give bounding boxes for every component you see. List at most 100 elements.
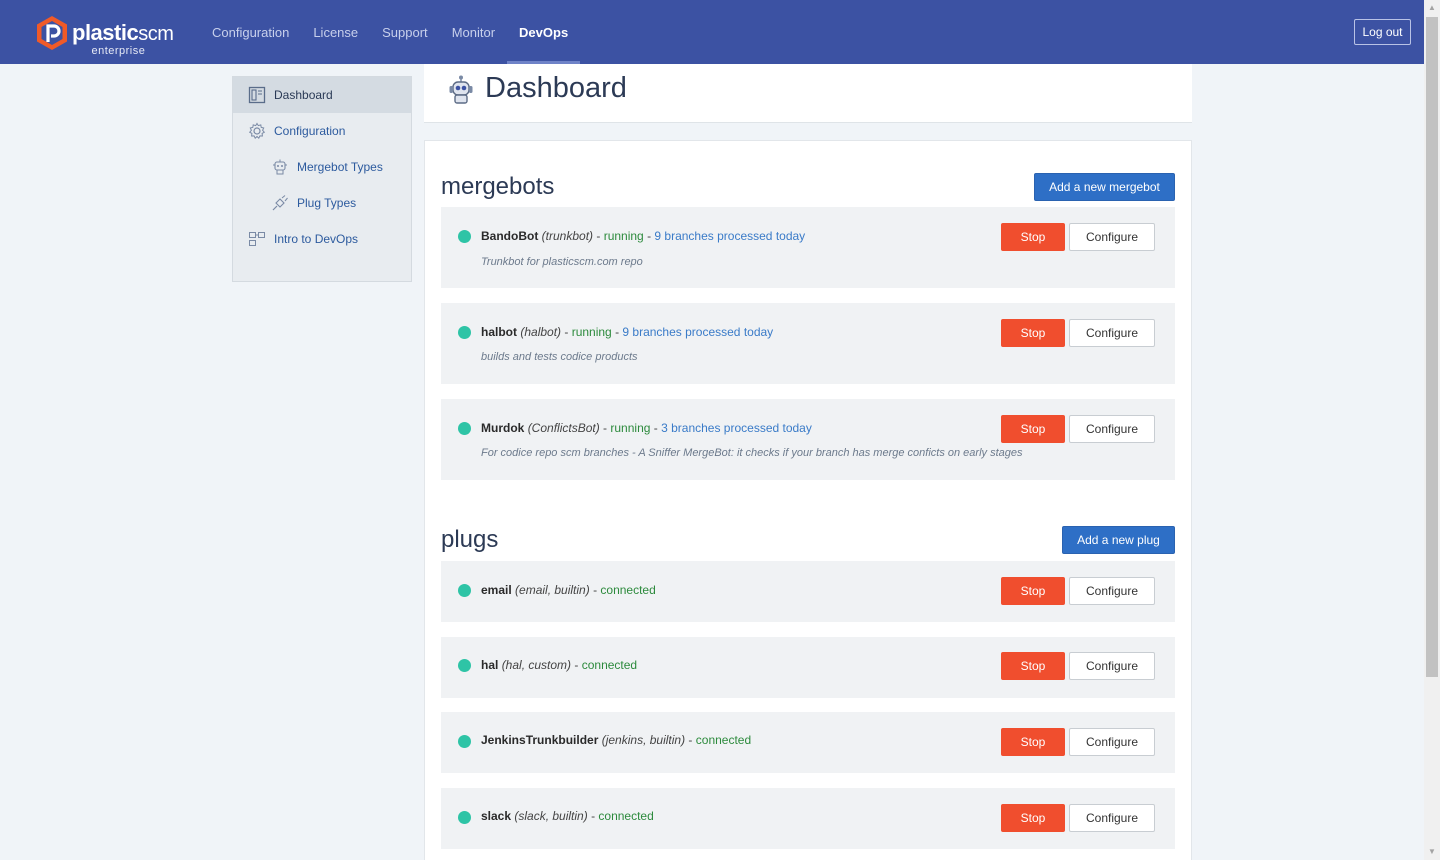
- scrollbar-thumb[interactable]: [1426, 17, 1438, 677]
- configure-button[interactable]: Configure: [1069, 652, 1155, 680]
- nav-monitor[interactable]: Monitor: [440, 0, 507, 64]
- status-dot: [458, 811, 471, 824]
- status-dot: [458, 659, 471, 672]
- plug-status: connected: [598, 809, 654, 823]
- status-dot: [458, 230, 471, 243]
- list-item: BandoBot (trunkbot) - running - 9 branch…: [441, 207, 1175, 288]
- branches-processed-link[interactable]: 9 branches processed today: [622, 325, 773, 339]
- mergebot-description: builds and tests codice products: [481, 351, 638, 363]
- configure-button[interactable]: Configure: [1069, 223, 1155, 251]
- status-dot: [458, 326, 471, 339]
- separator: -: [587, 809, 599, 823]
- stop-button[interactable]: Stop: [1001, 223, 1065, 251]
- page-scrollbar[interactable]: ▲ ▼: [1424, 0, 1440, 860]
- plug-line: email (email, builtin) - connected: [481, 583, 656, 597]
- sidebar-item-configuration[interactable]: Configuration: [233, 113, 411, 149]
- mergebot-status: running: [571, 325, 612, 339]
- plug-name: slack: [481, 809, 512, 823]
- plug-status: connected: [600, 583, 656, 597]
- plastic-logo-icon: [37, 16, 67, 50]
- separator: -: [599, 421, 611, 435]
- page-title: Dashboard: [485, 72, 627, 104]
- stop-button[interactable]: Stop: [1001, 804, 1065, 832]
- mergebot-status: running: [610, 421, 651, 435]
- stop-button[interactable]: Stop: [1001, 319, 1065, 347]
- plug-icon: [271, 194, 289, 212]
- branches-processed-link[interactable]: 3 branches processed today: [661, 421, 812, 435]
- stop-button[interactable]: Stop: [1001, 415, 1065, 443]
- top-navbar: plasticscm enterprise Configuration Lice…: [0, 0, 1424, 64]
- stop-button[interactable]: Stop: [1001, 652, 1065, 680]
- scroll-down-icon[interactable]: ▼: [1424, 844, 1440, 860]
- stop-button[interactable]: Stop: [1001, 577, 1065, 605]
- plug-type: (jenkins, builtin): [601, 733, 686, 747]
- plug-name: JenkinsTrunkbuilder: [481, 733, 599, 747]
- logout-button[interactable]: Log out: [1354, 19, 1411, 45]
- mergebot-type: (halbot): [520, 325, 562, 339]
- logo-scm-text: scm: [138, 23, 174, 45]
- nav-devops[interactable]: DevOps: [507, 0, 581, 64]
- sidebar-item-label: Plug Types: [297, 196, 357, 210]
- plug-status: connected: [581, 658, 638, 672]
- plug-name: hal: [481, 658, 499, 672]
- stop-button[interactable]: Stop: [1001, 728, 1065, 756]
- list-item: JenkinsTrunkbuilder (jenkins, builtin) -…: [441, 712, 1175, 773]
- configure-button[interactable]: Configure: [1069, 804, 1155, 832]
- nav-support[interactable]: Support: [370, 0, 440, 64]
- mergebot-type: (ConflictsBot): [527, 421, 600, 435]
- plug-type: (hal, custom): [501, 658, 572, 672]
- sidebar-item-intro-devops[interactable]: Intro to DevOps: [233, 221, 411, 257]
- plasticscm-logo[interactable]: plasticscm enterprise: [36, 14, 174, 57]
- sidebar-item-mergebot-types[interactable]: Mergebot Types: [233, 149, 411, 185]
- mergebot-description: For codice repo scm branches - A Sniffer…: [481, 447, 1023, 459]
- mergebot-status: running: [603, 229, 644, 243]
- add-mergebot-button[interactable]: Add a new mergebot: [1034, 173, 1175, 201]
- scroll-up-icon[interactable]: ▲: [1424, 0, 1440, 16]
- sidebar-item-plug-types[interactable]: Plug Types: [233, 185, 411, 221]
- list-item: email (email, builtin) - connected Stop …: [441, 561, 1175, 622]
- gear-icon: [248, 122, 266, 140]
- configure-button[interactable]: Configure: [1069, 728, 1155, 756]
- separator: -: [589, 583, 601, 597]
- page-header: Dashboard: [424, 64, 1192, 123]
- status-dot: [458, 584, 471, 597]
- sidebar-item-label: Dashboard: [274, 88, 333, 102]
- sidebar-item-dashboard[interactable]: Dashboard: [233, 77, 411, 113]
- mergebot-line: halbot (halbot) - running - 9 branches p…: [481, 325, 773, 339]
- plug-line: hal (hal, custom) - connected: [481, 658, 637, 672]
- mergebots-title: mergebots: [441, 173, 555, 200]
- separator: -: [611, 325, 623, 339]
- sidebar-item-label: Intro to DevOps: [274, 232, 359, 246]
- nav-license[interactable]: License: [301, 0, 370, 64]
- separator: -: [571, 658, 582, 672]
- blocks-icon: [248, 230, 266, 248]
- separator: -: [685, 733, 696, 747]
- plug-type: (slack, builtin): [514, 809, 588, 823]
- dashboard-icon: [248, 86, 266, 104]
- list-item: Murdok (ConflictsBot) - running - 3 bran…: [441, 399, 1175, 480]
- plug-type: (email, builtin): [515, 583, 590, 597]
- logo-wordmark: plasticscm enterprise: [72, 22, 174, 57]
- mergebot-name: Murdok: [481, 421, 525, 435]
- separator: -: [561, 325, 572, 339]
- add-plug-button[interactable]: Add a new plug: [1062, 526, 1175, 554]
- mergebot-line: BandoBot (trunkbot) - running - 9 branch…: [481, 229, 805, 243]
- plug-status: connected: [695, 733, 752, 747]
- separator: -: [593, 229, 604, 243]
- robot-icon: [449, 75, 473, 104]
- mergebot-line: Murdok (ConflictsBot) - running - 3 bran…: [481, 421, 812, 435]
- status-dot: [458, 735, 471, 748]
- mergebot-name: BandoBot: [481, 229, 539, 243]
- plug-line: JenkinsTrunkbuilder (jenkins, builtin) -…: [481, 733, 751, 747]
- separator: -: [650, 421, 662, 435]
- plug-name: email: [481, 583, 512, 597]
- configure-button[interactable]: Configure: [1069, 415, 1155, 443]
- plug-line: slack (slack, builtin) - connected: [481, 809, 654, 823]
- sidebar-item-label: Configuration: [274, 124, 346, 138]
- logo-sub-text: enterprise: [91, 45, 146, 57]
- configure-button[interactable]: Configure: [1069, 319, 1155, 347]
- nav-configuration[interactable]: Configuration: [200, 0, 301, 64]
- configure-button[interactable]: Configure: [1069, 577, 1155, 605]
- sidebar-item-label: Mergebot Types: [297, 160, 383, 174]
- branches-processed-link[interactable]: 9 branches processed today: [654, 229, 805, 243]
